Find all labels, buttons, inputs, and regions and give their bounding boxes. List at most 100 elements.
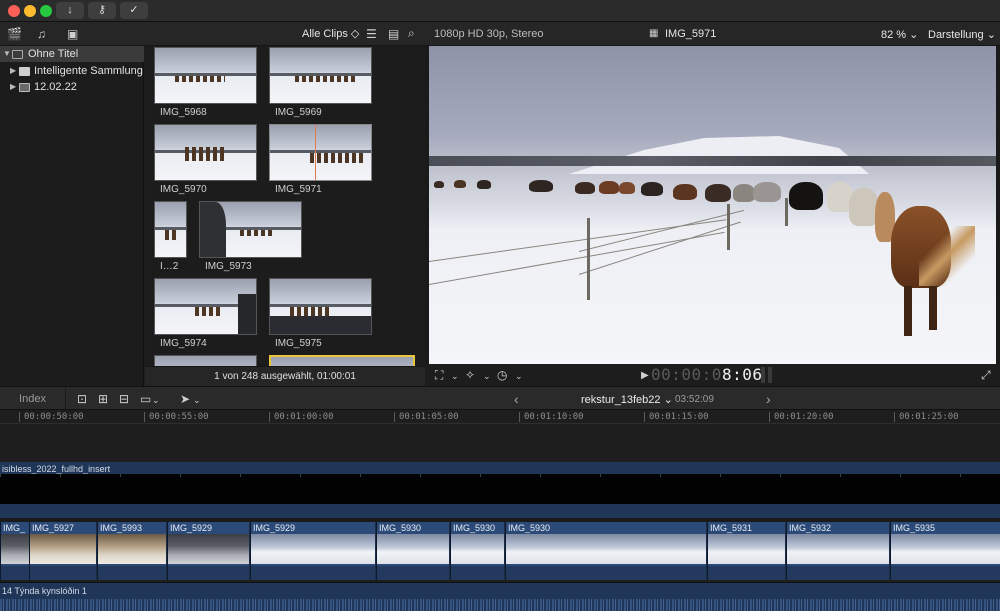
clip-image	[154, 201, 187, 258]
play-button[interactable]: ▶	[641, 369, 649, 383]
view-menu[interactable]: Darstellung ⌄	[928, 28, 996, 41]
storyline-clip[interactable]: IMG_5929	[167, 522, 249, 580]
overwrite-clip-icon[interactable]: ▭	[140, 392, 151, 406]
clip-icon: ▦	[649, 28, 659, 39]
clip-name: IMG_5929	[253, 523, 296, 533]
fullscreen-icon[interactable]: ⤢	[981, 368, 991, 382]
connect-clip-icon[interactable]: ⊡	[77, 392, 87, 406]
clip-name: IMG_5932	[789, 523, 832, 533]
timecode-display[interactable]: 00:00:08:06	[651, 364, 762, 386]
project-duration: 03:52:09	[675, 394, 714, 405]
clip-thumbnail[interactable]	[269, 355, 415, 366]
clip-appearance-icon[interactable]: ☰	[366, 27, 377, 41]
storyline-clip[interactable]: IMG_5929	[250, 522, 375, 580]
clip-name: IMG_5930	[379, 523, 422, 533]
ruler-tick: 00:01:15:00	[644, 412, 709, 422]
titles-generators-icon[interactable]: ▣	[67, 27, 78, 41]
append-clip-icon[interactable]: ⊟	[119, 392, 129, 406]
timeline-ruler[interactable]: 00:00:50:00 00:00:55:00 00:01:00:00 00:0…	[0, 410, 1000, 424]
clip-thumbnail[interactable]: IMG_5975	[269, 278, 372, 353]
chevron-down-icon[interactable]: ⌄	[515, 369, 523, 383]
chevron-down-icon[interactable]: ⌄	[483, 369, 491, 383]
ruler-tick: 00:01:20:00	[769, 412, 834, 422]
storyline-clip[interactable]: IMG_5927	[29, 522, 96, 580]
disclosure-open-icon[interactable]: ▼	[3, 46, 11, 62]
clip-name: IMG_5969	[275, 107, 322, 118]
minimize-window-button[interactable]	[24, 5, 36, 17]
sidebar-item-event[interactable]: ▶ 12.02.22	[0, 79, 144, 95]
previous-project-button[interactable]: ‹	[514, 391, 519, 407]
chevron-down-icon: ⌄	[986, 29, 996, 41]
search-icon[interactable]: ⌕	[408, 26, 415, 40]
filmstrip-view-icon[interactable]: ▤	[388, 27, 399, 41]
storyline-clip[interactable]: IMG_5930	[376, 522, 449, 580]
viewer: ⛶ ⌄ ✧ ⌄ ◷ ⌄ ▶ 00:00:08:06 ⤢	[425, 46, 1000, 386]
storyline-clip[interactable]: IMG_5930	[505, 522, 706, 580]
viewer-toolbar: 1080p HD 30p, Stereo ▦ IMG_5971 82 % ⌄ D…	[425, 22, 1000, 46]
clip-name: IMG_5935	[893, 523, 936, 533]
sidebar-item-library[interactable]: ▼ Ohne Titel	[0, 46, 144, 62]
clip-thumbnail[interactable]: IMG_5973	[199, 201, 302, 276]
clip-image	[269, 278, 372, 335]
storyline-clip[interactable]: IMG_5930	[450, 522, 504, 580]
clip-thumbnail[interactable]: IMG_5974	[154, 278, 257, 353]
music-clip[interactable]: 14 Týnda kynslóðin 1	[0, 582, 1000, 611]
storyline-clip[interactable]: IMG_5935	[890, 522, 1000, 580]
insert-clip-icon[interactable]: ⊞	[98, 392, 108, 406]
chevron-down-icon[interactable]: ⌄	[193, 393, 201, 407]
clip-image	[199, 201, 302, 258]
transform-icon[interactable]: ⛶	[435, 368, 443, 382]
next-project-button[interactable]: ›	[766, 391, 771, 407]
folder-icon	[19, 67, 30, 76]
clip-thumbnail[interactable]: IMG_5969	[269, 47, 372, 122]
title-bar: ↓ ⚷ ✓	[0, 0, 1000, 22]
clip-thumbnail[interactable]: IMG_5970	[154, 124, 257, 199]
clip-name: IMG_5930	[508, 523, 551, 533]
primary-storyline: IMG_ IMG_5927 IMG_5993 IMG_5929 IMG_5929…	[0, 522, 1000, 580]
clip-name: IMG_5993	[100, 523, 143, 533]
clip-thumbnail[interactable]: IMG_5968	[154, 47, 257, 122]
zoom-window-button[interactable]	[40, 5, 52, 17]
background-tasks-button[interactable]: ✓	[120, 2, 148, 19]
view-menu-label: Darstellung	[928, 29, 984, 41]
storyline-clip[interactable]: IMG_5993	[97, 522, 166, 580]
clip-name: IMG_5973	[205, 261, 252, 272]
clip-thumbnail[interactable]	[154, 355, 257, 366]
disclosure-closed-icon[interactable]: ▶	[10, 79, 16, 95]
project-menu[interactable]: rekstur_13feb22 ⌄	[581, 393, 673, 406]
chevron-down-icon[interactable]: ⌄	[451, 369, 459, 383]
browser-status: 1 von 248 ausgewählt, 01:00:01	[145, 366, 425, 386]
storyline-clip[interactable]: IMG_5931	[707, 522, 785, 580]
libraries-icon[interactable]: 🎬	[7, 27, 22, 41]
photos-audio-icon[interactable]: ♫	[37, 27, 46, 41]
checkmark-icon: ✓	[129, 4, 139, 16]
sidebar-item-smart-collection[interactable]: ▶ Intelligente Sammlung…	[0, 63, 144, 79]
viewer-controls: ⛶ ⌄ ✧ ⌄ ◷ ⌄ ▶ 00:00:08:06 ⤢	[425, 364, 1000, 386]
clip-name: IMG_	[3, 523, 26, 533]
select-tool-icon[interactable]: ➤	[180, 392, 190, 406]
library-sidebar: ▼ Ohne Titel ▶ Intelligente Sammlung… ▶ …	[0, 46, 144, 386]
zoom-dropdown[interactable]: 82 % ⌄	[881, 28, 918, 41]
clip-name: IMG_5971	[275, 184, 322, 195]
import-button[interactable]: ↓	[56, 2, 84, 19]
storyline-clip[interactable]: IMG_	[0, 522, 29, 580]
keywords-button[interactable]: ⚷	[88, 2, 116, 19]
close-window-button[interactable]	[8, 5, 20, 17]
disclosure-closed-icon[interactable]: ▶	[10, 63, 16, 79]
connected-clip[interactable]: isibless_2022_fullhd_insert	[0, 462, 1000, 518]
clip-thumbnail[interactable]: I…2	[154, 201, 187, 276]
project-name: rekstur_13feb22	[581, 394, 661, 406]
viewer-frame[interactable]	[429, 46, 996, 364]
audio-meter	[768, 367, 772, 383]
enhance-wand-icon[interactable]: ✧	[465, 368, 475, 382]
clip-name: IMG_5931	[710, 523, 753, 533]
clip-thumbnail-selected[interactable]: IMG_5971	[269, 124, 372, 199]
chevron-down-icon[interactable]: ⌄	[152, 393, 160, 407]
timeline-empty-area[interactable]	[0, 425, 1000, 461]
timeline-index-button[interactable]: Index	[0, 387, 66, 411]
timecode-current: 8:06	[721, 365, 763, 384]
speed-icon[interactable]: ◷	[497, 368, 507, 382]
clip-filter-dropdown[interactable]: Alle Clips ◇	[302, 27, 359, 40]
storyline-clip[interactable]: IMG_5932	[786, 522, 889, 580]
clip-name: IMG_5930	[453, 523, 496, 533]
